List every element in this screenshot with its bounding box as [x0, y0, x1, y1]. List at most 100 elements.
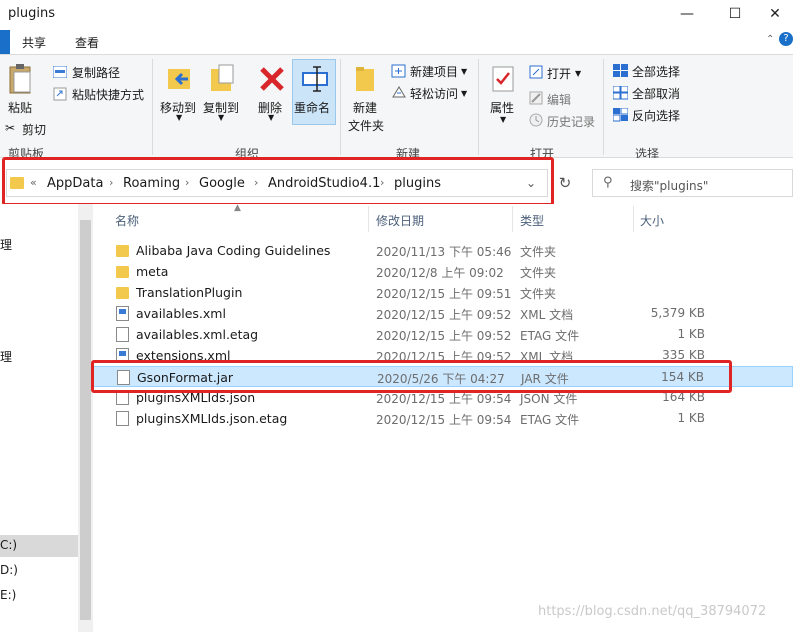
nav-item-drive-e[interactable]: E:)	[0, 588, 16, 602]
breadcrumb-plugins[interactable]: plugins	[394, 176, 441, 191]
chevron-down-icon[interactable]: ▼	[268, 113, 274, 122]
nav-item-drive-d[interactable]: D:)	[0, 563, 18, 577]
table-row[interactable]: TranslationPlugin 2020/12/15 上午 09:51 文件夹	[93, 282, 793, 303]
file-name: availables.xml	[136, 306, 226, 321]
file-name: pluginsXMLIds.json.etag	[136, 411, 288, 426]
file-date: 2020/11/13 下午 05:46	[376, 245, 512, 259]
window-title: plugins	[8, 6, 55, 21]
sort-arrow-icon: ▲	[234, 203, 241, 213]
rename-button[interactable]: 重命名	[294, 99, 330, 116]
address-dropdown-icon[interactable]: ⌄	[526, 176, 536, 190]
close-button[interactable]: ✕	[757, 0, 793, 28]
help-icon[interactable]: ?	[779, 32, 793, 46]
edit-icon	[529, 91, 543, 105]
chevron-right-icon[interactable]: ›	[185, 176, 189, 189]
history-button[interactable]: 历史记录	[547, 113, 595, 130]
easy-access-button[interactable]: 轻松访问	[410, 85, 458, 102]
table-row[interactable]: Alibaba Java Coding Guidelines 2020/11/13…	[93, 240, 793, 261]
folder-icon	[116, 245, 129, 257]
ribbon: 粘贴 ✂ 剪切 复制路径 粘贴快捷方式 剪贴板 移动到 ▼ 复制到 ▼ 删除 ▼…	[0, 54, 793, 161]
chevron-down-icon[interactable]: ▼	[176, 113, 182, 122]
maximize-button[interactable]: ☐	[712, 0, 758, 28]
overflow-chevron[interactable]: «	[30, 176, 37, 189]
select-all-icon	[613, 64, 628, 77]
chevron-down-icon[interactable]: ▼	[461, 89, 467, 98]
table-row[interactable]: pluginsXMLIds.json.etag 2020/12/15 上午 09:…	[93, 408, 793, 429]
move-to-icon	[168, 69, 190, 89]
table-row[interactable]: pluginsXMLIds.json 2020/12/15 上午 09:54 JSO…	[93, 387, 793, 408]
file-type: XML 文档	[520, 308, 574, 322]
ribbon-separator	[603, 59, 604, 155]
column-divider[interactable]	[512, 206, 513, 232]
file-type: ETAG 文件	[520, 329, 580, 343]
table-row[interactable]: meta 2020/12/8 上午 09:02 文件夹	[93, 261, 793, 282]
file-name: availables.xml.etag	[136, 327, 259, 342]
file-name: GsonFormat.jar	[137, 370, 234, 385]
ribbon-tabs: 共享 查看 ⌃ ?	[0, 28, 793, 54]
refresh-icon[interactable]: ↻	[552, 169, 578, 197]
minimize-button[interactable]: —	[664, 0, 710, 28]
tab-view[interactable]: 查看	[75, 34, 99, 51]
new-folder-button-line2[interactable]: 文件夹	[348, 117, 384, 134]
table-row[interactable]: availables.xml.etag 2020/12/15 上午 09:52 ET…	[93, 324, 793, 345]
chevron-up-icon[interactable]: ⌃	[766, 34, 774, 45]
paste-shortcut-button[interactable]: 粘贴快捷方式	[72, 86, 144, 103]
file-name: Alibaba Java Coding Guidelines	[136, 243, 331, 258]
column-type[interactable]: 类型	[520, 212, 544, 229]
delete-icon	[260, 67, 284, 91]
column-size[interactable]: 大小	[640, 212, 664, 229]
scissors-icon: ✂	[5, 121, 16, 135]
folder-icon	[116, 287, 129, 299]
select-all-button[interactable]: 全部选择	[632, 63, 680, 80]
invert-selection-icon	[613, 108, 628, 122]
column-divider[interactable]	[633, 206, 634, 232]
breadcrumb-google[interactable]: Google	[199, 176, 245, 191]
chevron-down-icon[interactable]: ▼	[500, 115, 506, 124]
column-name[interactable]: 名称	[115, 212, 139, 229]
open-button[interactable]: 打开	[547, 65, 571, 82]
breadcrumb-roaming[interactable]: Roaming	[123, 176, 180, 191]
nav-item-1[interactable]: 理	[0, 236, 12, 253]
breadcrumb-androidstudio[interactable]: AndroidStudio4.1	[268, 176, 380, 191]
nav-item-drive-c[interactable]: C:)	[0, 538, 17, 552]
file-date: 2020/12/15 上午 09:52	[376, 308, 512, 322]
breadcrumb-appdata[interactable]: AppData	[47, 176, 103, 191]
tab-share[interactable]: 共享	[22, 34, 46, 51]
file-icon	[116, 348, 129, 363]
file-icon	[116, 390, 129, 405]
file-date: 2020/12/15 上午 09:51	[376, 287, 512, 301]
edit-button[interactable]: 编辑	[547, 91, 571, 108]
chevron-right-icon[interactable]: ›	[380, 176, 384, 189]
new-item-button[interactable]: 新建项目	[410, 63, 458, 80]
file-size: 5,379 KB	[650, 306, 705, 320]
file-name: TranslationPlugin	[136, 285, 243, 300]
paste-button[interactable]: 粘贴	[8, 99, 32, 116]
tab-file[interactable]	[0, 30, 10, 54]
chevron-right-icon[interactable]: ›	[109, 176, 113, 189]
ribbon-separator	[478, 59, 479, 155]
nav-scrollbar-thumb[interactable]	[80, 220, 91, 620]
select-none-button[interactable]: 全部取消	[632, 85, 680, 102]
invert-selection-button[interactable]: 反向选择	[632, 107, 680, 124]
table-row[interactable]: availables.xml 2020/12/15 上午 09:52 XML 文档 5…	[93, 303, 793, 324]
column-date[interactable]: 修改日期	[376, 212, 424, 229]
table-row[interactable]: GsonFormat.jar 2020/5/26 下午 04:27 JAR 文件 15…	[93, 366, 793, 387]
properties-button[interactable]: 属性	[490, 99, 514, 116]
chevron-right-icon[interactable]: ›	[254, 176, 258, 189]
file-size: 164 KB	[662, 390, 705, 404]
table-row[interactable]: extensions.xml 2020/12/15 上午 09:52 XML 文档 3…	[93, 345, 793, 366]
copy-path-button[interactable]: 复制路径	[72, 64, 120, 81]
copy-path-icon	[53, 66, 67, 78]
column-divider[interactable]	[368, 206, 369, 232]
chevron-down-icon[interactable]: ▼	[575, 69, 581, 78]
easy-access-icon	[392, 86, 406, 98]
file-date: 2020/12/15 上午 09:54	[376, 392, 512, 406]
chevron-down-icon[interactable]: ▼	[218, 113, 224, 122]
open-icon	[529, 65, 543, 79]
nav-item-2[interactable]: 理	[0, 348, 12, 365]
file-name: extensions.xml	[136, 348, 231, 363]
cut-button[interactable]: 剪切	[22, 121, 46, 138]
file-type: JSON 文件	[520, 392, 578, 406]
chevron-down-icon[interactable]: ▼	[461, 67, 467, 76]
new-folder-button[interactable]: 新建	[353, 99, 377, 116]
